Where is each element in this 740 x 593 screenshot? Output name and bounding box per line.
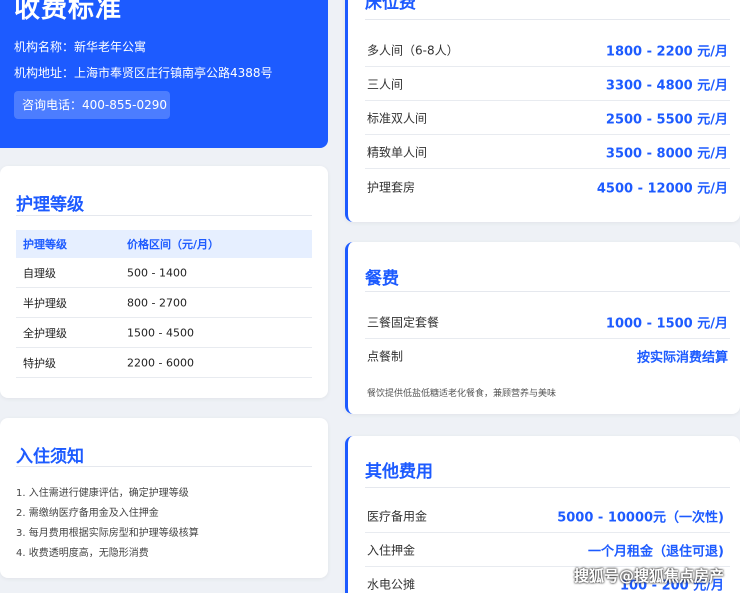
fee-type-label: 入住押金 [367,543,416,557]
room-type-label: 精致单人间 [367,145,428,159]
range-cell: 500 - 1400 [127,266,187,279]
level-cell: 特护级 [23,356,56,370]
room-type-label: 护理套房 [367,180,416,195]
price-value: 2500 - 5500 元/月 [605,112,728,127]
divider [16,215,312,216]
notice-item: 2. 需缴纳医疗备用金及入住押金 [16,508,159,519]
institution-name: 机构名称：新华老年公寓 [14,40,147,54]
other-title: 其他费用 [365,462,433,482]
price-row: 多人间（6-8人） 1800 - 2200 元/月 [365,33,730,67]
nursing-table-header: 护理等级 价格区间（元/月） [16,230,312,258]
price-value: 1000 - 1500 元/月 [605,316,728,331]
range-cell: 1500 - 4500 [127,326,194,339]
notice-item: 4. 收费透明度高，无隐形消费 [16,548,149,559]
nursing-level-card: 护理等级 护理等级 价格区间（元/月） 自理级 500 - 1400 半护理级 … [0,166,328,398]
price-value: 按实际消费结算 [636,350,728,366]
room-type-label: 多人间（6-8人） [367,43,459,57]
divider [16,466,312,467]
institution-address: 机构地址：上海市奉贤区庄行镇南亭公路4388号 [14,66,273,80]
meal-type-label: 三餐固定套餐 [367,315,440,329]
divider [365,19,730,20]
meal-fee-card: 餐费 三餐固定套餐 1000 - 1500 元/月 点餐制 按实际消费结算 餐饮… [345,242,740,414]
price-value: 1800 - 2200 元/月 [605,44,728,59]
room-type-label: 三人间 [367,77,404,91]
price-value: 3300 - 4800 元/月 [605,78,728,93]
nursing-title: 护理等级 [16,195,84,215]
price-row: 入住押金 一个月租金（退住可退) [365,533,730,567]
bed-title: 床位费 [365,0,416,13]
price-row: 三餐固定套餐 1000 - 1500 元/月 [365,305,730,339]
fee-type-label: 医疗备用金 [367,509,428,523]
page-title: 收费标准 [14,0,123,24]
price-row: 护理套房 4500 - 12000 元/月 [365,170,730,204]
table-row: 半护理级 800 - 2700 [16,288,312,318]
price-value: 3500 - 8000 元/月 [605,146,728,161]
table-row: 特护级 2200 - 6000 [16,348,312,378]
phone-button[interactable]: 咨询电话：400-855-0290 [14,91,170,119]
level-cell: 全护理级 [23,326,67,340]
price-value: 一个月租金（退住可退) [588,544,724,559]
price-row: 医疗备用金 5000 - 10000元（一次性) [365,499,730,533]
fee-type-label: 水电公摊 [367,577,416,592]
price-row: 三人间 3300 - 4800 元/月 [365,67,730,101]
notice-item: 3. 每月费用根据实际房型和护理等级核算 [16,528,199,539]
level-cell: 自理级 [23,266,56,280]
notice-card: 入住须知 1. 入住需进行健康评估，确定护理等级 2. 需缴纳医疗备用金及入住押… [0,418,328,578]
header-range: 价格区间（元/月） [127,238,220,251]
table-row: 全护理级 1500 - 4500 [16,318,312,348]
hero-banner: 收费标准 机构名称：新华老年公寓 机构地址：上海市奉贤区庄行镇南亭公路4388号… [0,0,328,148]
price-value: 4500 - 12000 元/月 [596,181,728,197]
range-cell: 800 - 2700 [127,296,187,309]
level-cell: 半护理级 [23,296,67,310]
meal-title: 餐费 [365,269,399,289]
divider [365,487,730,488]
price-row: 精致单人间 3500 - 8000 元/月 [365,135,730,169]
room-type-label: 标准双人间 [367,111,428,125]
header-level: 护理等级 [23,238,67,251]
watermark: 搜狐号@搜狐焦点房产 [573,567,724,585]
price-row: 标准双人间 2500 - 5500 元/月 [365,101,730,135]
price-value: 5000 - 10000元（一次性) [557,510,724,525]
price-row: 点餐制 按实际消费结算 [365,339,730,373]
bed-fee-card: 床位费 多人间（6-8人） 1800 - 2200 元/月 三人间 3300 -… [345,0,740,222]
range-cell: 2200 - 6000 [127,356,194,369]
notice-item: 1. 入住需进行健康评估，确定护理等级 [16,488,189,499]
meal-note: 餐饮提供低盐低糖适老化餐食，兼顾营养与美味 [367,389,557,399]
meal-type-label: 点餐制 [367,349,404,364]
table-row: 自理级 500 - 1400 [16,258,312,288]
notice-title: 入住须知 [16,447,84,467]
divider [365,291,730,292]
